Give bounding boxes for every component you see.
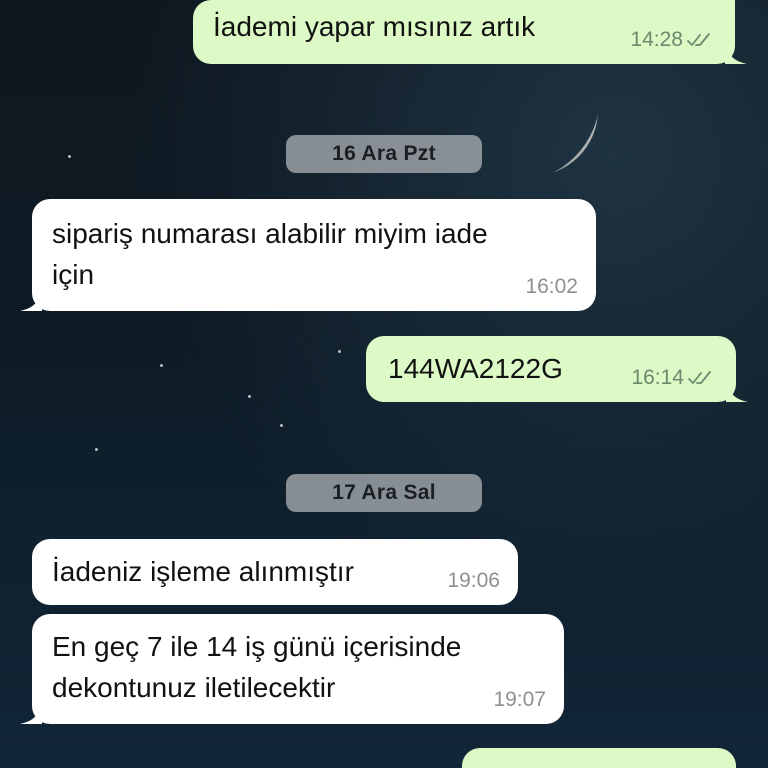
message-time: 16:14 — [631, 366, 684, 389]
bubble-tail — [725, 42, 747, 64]
message-text-line2: dekontunuz iletilecektir — [52, 672, 336, 703]
message-time: 19:07 — [493, 688, 546, 711]
bubble-tail — [20, 289, 42, 311]
message-meta: 16:02 — [525, 275, 578, 299]
message-meta: 16:14 — [631, 366, 714, 390]
message-time: 14:28 — [630, 28, 683, 51]
outgoing-message[interactable]: İademi yapar mısınız artık 14:28 — [193, 0, 747, 64]
message-time: 19:06 — [447, 569, 500, 592]
message-text-line1: En geç 7 ile 14 iş günü içerisinde — [52, 631, 462, 662]
star-decoration — [160, 364, 163, 367]
outgoing-message[interactable]: 144WA2122G 16:14 — [366, 336, 748, 402]
incoming-message[interactable]: İadeniz işleme alınmıştır 19:06 — [32, 539, 518, 605]
star-decoration — [248, 395, 251, 398]
date-separator: 16 Ara Pzt — [286, 135, 482, 173]
bubble-tail — [726, 380, 748, 402]
star-decoration — [68, 155, 71, 158]
incoming-message[interactable]: En geç 7 ile 14 iş günü içerisinde dekon… — [20, 614, 564, 724]
incoming-message[interactable]: sipariş numarası alabilir miyim iade içi… — [20, 199, 596, 311]
outgoing-message-partial[interactable] — [462, 748, 736, 768]
message-text-line1: sipariş numarası alabilir miyim iade — [52, 218, 488, 249]
bubble-tail — [20, 702, 42, 724]
message-text-line2: için — [52, 259, 95, 290]
message-meta: 19:06 — [447, 569, 500, 593]
message-meta: 19:07 — [493, 688, 546, 712]
double-check-icon — [688, 371, 711, 384]
star-decoration — [280, 424, 283, 427]
message-meta: 14:28 — [630, 28, 713, 52]
double-check-icon — [687, 33, 710, 46]
message-time: 16:02 — [525, 275, 578, 298]
chat-view: İademi yapar mısınız artık 14:28 16 Ara … — [0, 0, 768, 768]
star-decoration — [95, 448, 98, 451]
date-separator: 17 Ara Sal — [286, 474, 482, 512]
star-decoration — [338, 350, 341, 353]
